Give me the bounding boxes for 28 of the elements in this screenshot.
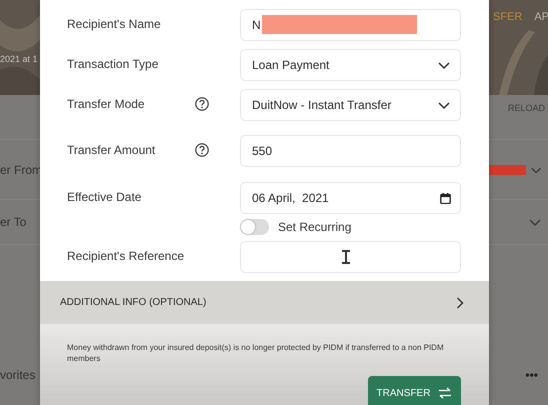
dropdown[interactable]: DuitNow - Instant Transfer [240,89,461,121]
field-label: Effective Date [67,189,142,204]
swap-icon [438,387,452,399]
transfer-button[interactable]: TRANSFER [368,376,461,405]
date-text: 2021 at 1 [0,54,38,64]
calendar-icon [440,192,451,204]
help-icon [195,143,209,157]
field-label: Transfer Amount [67,142,156,157]
row-label: vorites [0,368,36,382]
field-label: Transfer Mode [67,96,146,111]
input-field[interactable]: 550 [240,135,461,167]
text-cursor-icon [341,250,351,264]
toggle-label: Set Recurring [278,220,352,234]
date-field[interactable]: 06 April, 2021 [240,182,461,214]
row-label: er To [0,215,26,229]
field-label: Transaction Type [67,56,160,71]
field-label: Recipient's Reference [67,248,186,263]
dropdown[interactable]: Loan Payment [240,49,461,81]
input-field[interactable]: N [240,9,461,41]
input-field[interactable] [240,241,461,273]
field-label: Recipient's Name [67,16,162,31]
toggle-switch[interactable] [240,219,269,235]
chevron-right-icon [456,296,464,308]
section-title: ADDITIONAL INFO (OPTIONAL) [60,297,206,308]
expand-row[interactable]: ADDITIONAL INFO (OPTIONAL) [40,281,489,324]
help-icon [195,97,209,111]
disclaimer-text: Money withdrawn from your insured deposit(s) is no longer protected by PIDM if transferred to a non PIDM members [67,342,445,364]
more-button[interactable]: ••• [525,368,538,382]
